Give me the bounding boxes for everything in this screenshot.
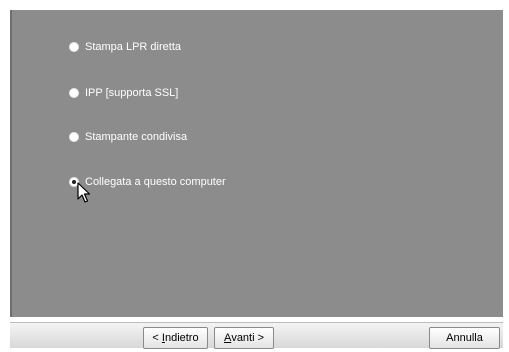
- radio-label-lpr: Stampa LPR diretta: [85, 41, 181, 53]
- back-button[interactable]: < Indietro: [143, 327, 208, 349]
- radio-ipp-ssl[interactable]: IPP [supporta SSL]: [69, 84, 178, 102]
- radio-lpr-direct[interactable]: Stampa LPR diretta: [69, 38, 181, 56]
- arrow-pointer-icon: [77, 182, 91, 203]
- radio-label-local: Collegata a questo computer: [85, 176, 226, 188]
- back-button-rest: ndietro: [164, 332, 199, 344]
- installer-window: Stampa LPR diretta IPP [supporta SSL] St…: [0, 0, 509, 352]
- radio-label-shared: Stampante condivisa: [85, 131, 188, 143]
- radio-button[interactable]: [69, 132, 79, 142]
- next-button-rest: vanti >: [231, 332, 265, 344]
- cancel-button[interactable]: Annulla: [429, 327, 500, 349]
- radio-button[interactable]: [69, 42, 79, 52]
- radio-button[interactable]: [69, 88, 79, 98]
- radio-label-ipp: IPP [supporta SSL]: [85, 87, 179, 99]
- radio-local-computer[interactable]: Collegata a questo computer: [69, 173, 226, 191]
- panel-left-edge: [10, 10, 12, 317]
- back-button-prefix: <: [152, 332, 162, 344]
- cancel-button-label: Annulla: [446, 332, 483, 344]
- next-button[interactable]: Avanti >: [214, 327, 274, 349]
- radio-shared-printer[interactable]: Stampante condivisa: [69, 128, 187, 146]
- next-button-accel: A: [223, 332, 232, 344]
- connection-options-panel: [10, 10, 503, 317]
